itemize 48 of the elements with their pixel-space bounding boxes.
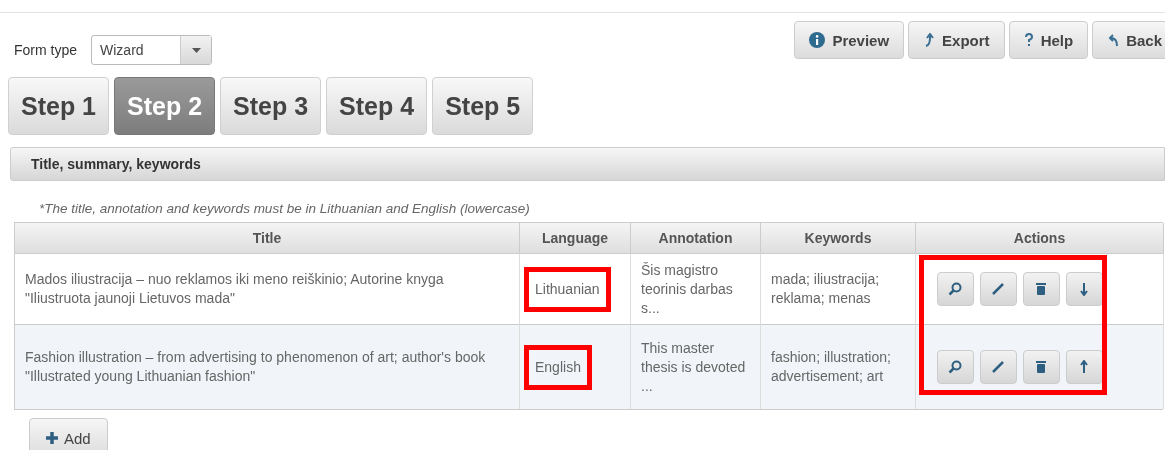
search-icon (948, 360, 962, 374)
help-button[interactable]: Help (1008, 21, 1089, 59)
delete-button[interactable] (1022, 272, 1060, 306)
form-type-dropdown[interactable]: Wizard (91, 35, 212, 65)
view-button[interactable] (936, 272, 974, 306)
back-button[interactable]: Back (1092, 21, 1165, 59)
edit-button[interactable] (979, 350, 1017, 384)
export-arrow-icon (923, 33, 936, 47)
edit-button[interactable] (979, 272, 1017, 306)
note-text: *The title, annotation and keywords must be in Lithuanian and English (lowercase) (39, 201, 531, 216)
section-header: Title, summary, keywords (10, 147, 1165, 181)
step-tab[interactable]: Step 5 (432, 77, 534, 135)
plus-icon (46, 432, 58, 444)
preview-button[interactable]: Preview (794, 21, 905, 59)
table-cell: Fashion illustration – from advertising to phenomenon of art; author's book "Illustrated young Lithuanian fashion" (15, 324, 520, 409)
back-arrow-icon (1107, 33, 1120, 47)
down-arrow-icon (1079, 282, 1089, 296)
export-button[interactable]: Export (908, 21, 1005, 59)
table-cell: fashion; illustration; advertisement; art (761, 324, 916, 409)
column-header: Language (520, 223, 631, 253)
add-button[interactable]: Add (29, 418, 108, 450)
table-cell: This master thesis is devoted ... (631, 324, 761, 409)
table-cell: Lithuanian (535, 280, 600, 297)
move-down-button[interactable] (1065, 272, 1103, 306)
table-cell: Mados iliustracija – nuo reklamos iki meno reiškinio; Autorine knyga "Iliustruota jaunoji Lietuvos mada" (15, 253, 520, 324)
step-tab[interactable]: Step 3 (220, 77, 322, 135)
trash-icon (1035, 360, 1047, 374)
column-header: Keywords (761, 223, 916, 253)
info-icon (809, 32, 826, 48)
table-cell: English (535, 358, 581, 375)
column-header: Title (15, 223, 520, 253)
step-tab[interactable]: Step 4 (326, 77, 428, 135)
question-icon (1023, 33, 1034, 47)
delete-button[interactable] (1022, 350, 1060, 384)
column-header: Actions (916, 223, 1164, 253)
caret-icon (191, 47, 201, 53)
view-button[interactable] (936, 350, 974, 384)
move-up-button[interactable] (1065, 350, 1103, 384)
search-icon (948, 282, 962, 296)
column-header: Annotation (631, 223, 761, 253)
table-cell: mada; iliustracija; reklama; menas (761, 253, 916, 324)
pencil-icon (991, 360, 1005, 374)
up-arrow-icon (1079, 360, 1089, 374)
form-type-label: Form type (14, 42, 77, 58)
table-cell: Šis magistro teorinis darbas s... (631, 253, 761, 324)
pencil-icon (991, 282, 1005, 296)
trash-icon (1035, 282, 1047, 296)
step-tab[interactable]: Step 1 (8, 77, 110, 135)
